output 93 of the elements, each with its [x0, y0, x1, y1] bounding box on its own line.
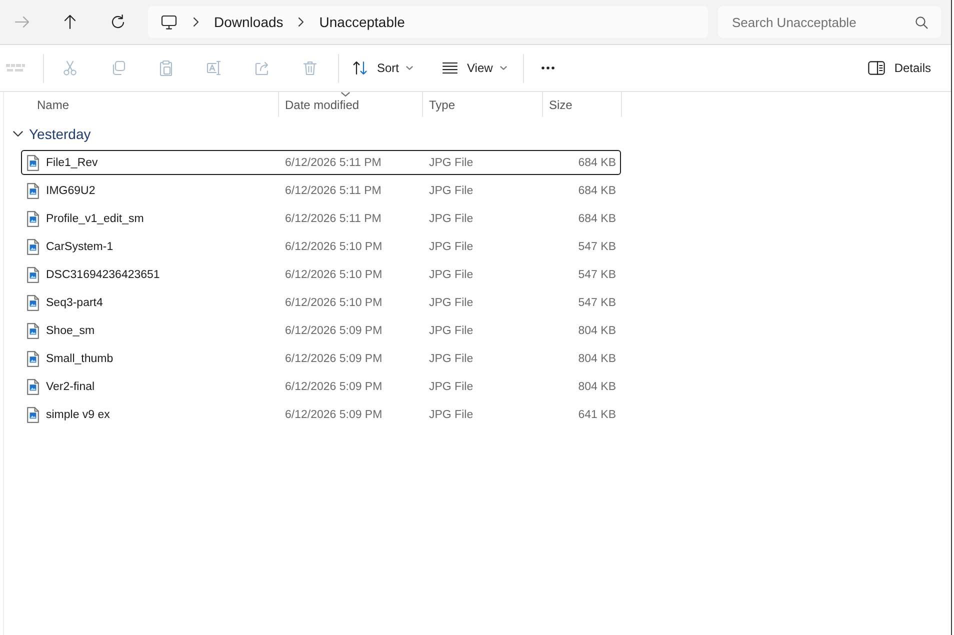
file-type: JPG File	[428, 408, 474, 420]
image-file-icon	[27, 378, 39, 394]
file-size: 547 KB	[577, 296, 617, 308]
file-row[interactable]: File1_Rev 6/12/2026 5:11 PM JPG File 684 KB	[21, 150, 621, 175]
file-size: 684 KB	[577, 184, 617, 196]
column-header[interactable]: Name	[21, 92, 279, 117]
file-name: Shoe_sm	[46, 324, 95, 336]
image-file-icon	[27, 406, 39, 422]
modified-date: 6/12/2026 5:09 PM	[284, 324, 384, 336]
rename-icon	[206, 60, 222, 76]
file-row[interactable]: CarSystem-1 6/12/2026 5:10 PM JPG File 547 KB	[21, 234, 621, 259]
file-size: 804 KB	[577, 352, 617, 364]
modified-date: 6/12/2026 5:09 PM	[284, 352, 384, 364]
monitor-icon	[161, 14, 177, 30]
view-button[interactable]: View	[435, 52, 514, 84]
modified-date: 6/12/2026 5:10 PM	[284, 240, 384, 252]
modified-date: 6/12/2026 5:10 PM	[284, 268, 384, 280]
image-file-icon	[27, 210, 39, 226]
sort-arrows-icon	[352, 60, 368, 76]
modified-date: 6/12/2026 5:11 PM	[284, 156, 382, 168]
chevron-right-icon[interactable]	[298, 17, 304, 27]
file-size: 641 KB	[577, 408, 617, 420]
group-header[interactable]: Yesterday	[4, 117, 91, 150]
file-row[interactable]: Shoe_sm 6/12/2026 5:09 PM JPG File 804 KB	[21, 318, 621, 343]
image-file-icon	[27, 294, 39, 310]
details-pane-icon	[868, 61, 886, 75]
file-name: Ver2-final	[46, 380, 95, 392]
arrow-up-icon	[62, 14, 78, 30]
more-icon	[540, 66, 555, 70]
image-file-icon	[27, 154, 39, 170]
file-type: JPG File	[428, 212, 474, 224]
details-button[interactable]: Details	[861, 52, 938, 84]
modified-date: 6/12/2026 5:11 PM	[284, 184, 382, 196]
file-row[interactable]: Small_thumb 6/12/2026 5:09 PM JPG File 804 KB	[21, 346, 621, 371]
breadcrumb-item[interactable]: Unacceptable	[319, 14, 405, 30]
modified-date: 6/12/2026 5:10 PM	[284, 296, 384, 308]
file-name: Profile_v1_edit_sm	[46, 212, 144, 224]
scissors-icon	[62, 60, 78, 76]
image-file-icon	[27, 266, 39, 282]
file-type: JPG File	[428, 324, 474, 336]
file-name: File1_Rev	[46, 156, 98, 168]
column-header[interactable]: Type	[423, 92, 543, 117]
breadcrumb-item[interactable]: Downloads	[214, 14, 284, 30]
trash-icon	[302, 60, 318, 76]
file-type: JPG File	[428, 240, 474, 252]
file-row[interactable]: Profile_v1_edit_sm 6/12/2026 5:11 PM JPG File 684 KB	[21, 206, 621, 231]
file-row[interactable]: Ver2-final 6/12/2026 5:09 PM JPG File 804 KB	[21, 374, 621, 399]
file-size: 547 KB	[577, 268, 617, 280]
file-type: JPG File	[428, 156, 474, 168]
file-size: 804 KB	[577, 324, 617, 336]
search-field[interactable]: Search Unacceptable	[718, 6, 941, 38]
file-type: JPG File	[428, 184, 474, 196]
file-type: JPG File	[428, 352, 474, 364]
file-name: IMG69U2	[46, 184, 96, 196]
chevron-right-icon[interactable]	[193, 17, 199, 27]
list-lines-icon	[442, 60, 458, 76]
file-type: JPG File	[428, 296, 474, 308]
file-row[interactable]: DSC31694236423651 6/12/2026 5:10 PM JPG File 547 KB	[21, 262, 621, 287]
file-row[interactable]: simple v9 ex 6/12/2026 5:09 PM JPG File 641 KB	[21, 402, 621, 427]
file-size: 684 KB	[577, 212, 617, 224]
copy-icon	[110, 60, 126, 76]
faded-icon	[6, 63, 26, 73]
address-bar[interactable]: Downloads Unacceptable	[148, 6, 708, 38]
arrow-right-icon	[14, 14, 30, 30]
chevron-down-icon	[500, 66, 507, 70]
file-name: Small_thumb	[46, 352, 114, 364]
modified-date: 6/12/2026 5:11 PM	[284, 212, 382, 224]
file-size: 804 KB	[577, 380, 617, 392]
search-icon	[915, 16, 928, 29]
modified-date: 6/12/2026 5:09 PM	[284, 380, 384, 392]
file-size: 684 KB	[577, 156, 617, 168]
image-file-icon	[27, 238, 39, 254]
image-file-icon	[27, 182, 39, 198]
image-file-icon	[27, 350, 39, 366]
file-name: Seq3-part4	[46, 296, 103, 308]
column-header[interactable]: Size	[543, 92, 622, 117]
modified-date: 6/12/2026 5:09 PM	[284, 408, 384, 420]
file-size: 547 KB	[577, 240, 617, 252]
file-type: JPG File	[428, 380, 474, 392]
sort-caret-icon	[341, 92, 350, 97]
file-name: simple v9 ex	[46, 408, 110, 420]
sort-button[interactable]: Sort	[345, 52, 420, 84]
file-name: DSC31694236423651	[46, 268, 160, 280]
column-header[interactable]: Date modified	[279, 92, 423, 117]
file-name: CarSystem-1	[46, 240, 114, 252]
file-row[interactable]: Seq3-part4 6/12/2026 5:10 PM JPG File 547 KB	[21, 290, 621, 315]
share-icon	[254, 60, 270, 76]
file-row[interactable]: IMG69U2 6/12/2026 5:11 PM JPG File 684 KB	[21, 178, 621, 203]
clipboard-icon	[158, 60, 174, 76]
chevron-down-icon	[406, 66, 414, 70]
file-type: JPG File	[428, 268, 474, 280]
image-file-icon	[27, 322, 39, 338]
refresh-icon	[110, 14, 126, 30]
